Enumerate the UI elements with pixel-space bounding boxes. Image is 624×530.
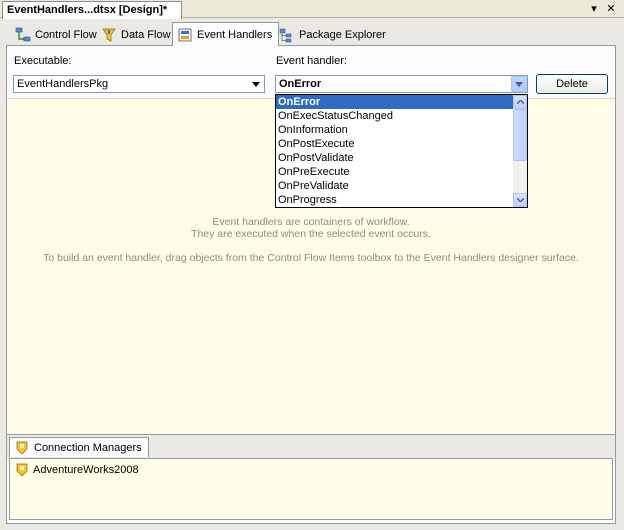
connection-manager-icon	[16, 441, 28, 454]
event-handler-dropdown-list[interactable]: OnError OnExecStatusChanged OnInformatio…	[275, 94, 528, 208]
control-flow-icon	[15, 27, 31, 41]
data-flow-icon	[102, 28, 116, 42]
window-position-dropdown-icon[interactable]: ▾	[586, 1, 602, 17]
scroll-thumb[interactable]	[513, 109, 527, 161]
dropdown-option-onpostexecute[interactable]: OnPostExecute	[276, 137, 527, 151]
surface-message-line-3: To build an event handler, drag objects …	[43, 252, 579, 264]
dropdown-option-onpreexecute[interactable]: OnPreExecute	[276, 165, 527, 179]
executable-label: Executable:	[14, 55, 72, 67]
dropdown-option-onprogress[interactable]: OnProgress	[276, 193, 527, 207]
executable-dropdown-button[interactable]	[248, 76, 264, 92]
document-tab-title: EventHandlers...dtsx [Design]*	[7, 4, 168, 16]
event-handler-label: Event handler:	[276, 55, 347, 67]
tab-connection-managers[interactable]: Connection Managers	[9, 437, 149, 457]
dropdown-option-onexecstatuschanged[interactable]: OnExecStatusChanged	[276, 109, 527, 123]
event-handler-combobox[interactable]: OnError	[275, 75, 528, 93]
delete-button-label: Delete	[556, 78, 588, 90]
tab-control-flow-label: Control Flow	[35, 28, 97, 41]
chevron-up-icon	[516, 100, 524, 104]
database-connection-icon	[16, 463, 28, 477]
tab-event-handlers-label: Event Handlers	[197, 28, 273, 41]
surface-message-line-1: Event handlers are containers of workflo…	[212, 216, 410, 228]
tab-event-handlers[interactable]: Event Handlers	[172, 22, 280, 47]
chevron-down-icon	[252, 81, 260, 87]
chevron-down-icon	[515, 81, 523, 87]
document-tab[interactable]: EventHandlers...dtsx [Design]*	[2, 1, 182, 19]
connection-managers-area[interactable]: AdventureWorks2008	[9, 458, 613, 520]
scroll-up-button[interactable]	[513, 95, 527, 109]
tab-data-flow[interactable]: Data Flow	[96, 23, 178, 46]
executable-combobox[interactable]: EventHandlersPkg	[13, 75, 265, 93]
tab-package-explorer[interactable]: Package Explorer	[274, 23, 393, 46]
dropdown-option-oninformation[interactable]: OnInformation	[276, 123, 527, 137]
scroll-down-button[interactable]	[513, 193, 527, 207]
dropdown-option-onerror[interactable]: OnError	[276, 95, 527, 109]
package-explorer-icon	[279, 28, 292, 42]
event-handlers-toolbar: Executable: EventHandlersPkg Event handl…	[7, 46, 615, 98]
event-handlers-panel: Executable: EventHandlersPkg Event handl…	[6, 46, 616, 524]
designer-tab-bar: Control Flow Data Flow Event Handlers Pa…	[6, 22, 616, 47]
dropdown-option-onpostvalidate[interactable]: OnPostValidate	[276, 151, 527, 165]
connection-manager-item-label: AdventureWorks2008	[33, 464, 139, 476]
tab-package-explorer-label: Package Explorer	[299, 28, 386, 41]
dropdown-scrollbar[interactable]	[513, 95, 527, 207]
connection-manager-item[interactable]: AdventureWorks2008	[14, 462, 139, 478]
event-handlers-icon	[178, 28, 192, 41]
delete-button[interactable]: Delete	[536, 74, 608, 94]
close-document-icon[interactable]: ✕	[603, 1, 619, 17]
event-handler-value: OnError	[279, 78, 322, 90]
document-tab-strip: EventHandlers...dtsx [Design]* ▾ ✕	[0, 0, 624, 19]
chevron-down-icon	[516, 198, 524, 202]
tab-control-flow[interactable]: Control Flow	[10, 23, 104, 46]
dropdown-option-onprevalidate[interactable]: OnPreValidate	[276, 179, 527, 193]
executable-value: EventHandlersPkg	[17, 78, 109, 90]
tab-connection-managers-label: Connection Managers	[34, 441, 142, 454]
connection-managers-tab-bar: Connection Managers	[7, 434, 615, 458]
event-handler-dropdown-button[interactable]	[511, 76, 527, 92]
tab-data-flow-label: Data Flow	[121, 28, 171, 41]
surface-message-line-2: They are executed when the selected even…	[191, 228, 431, 240]
